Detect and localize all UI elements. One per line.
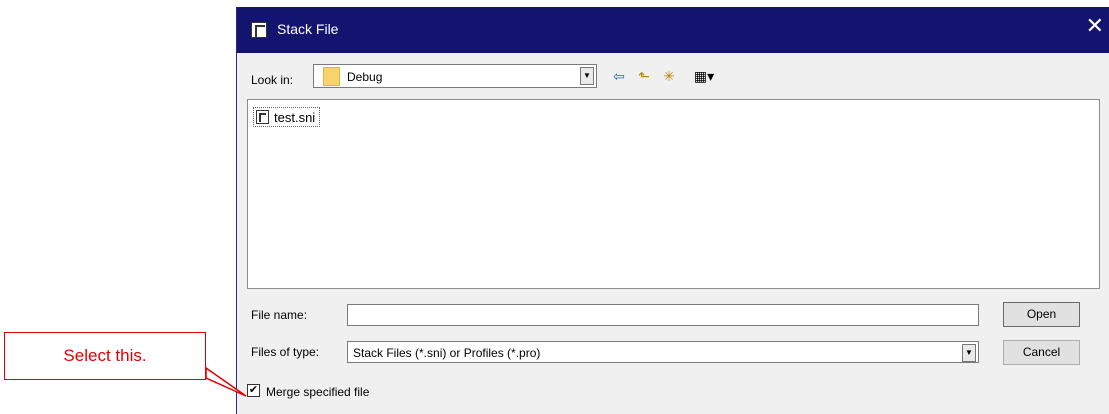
annotation-callout: Select this. bbox=[4, 332, 206, 380]
annotation-text: Select this. bbox=[63, 346, 147, 365]
